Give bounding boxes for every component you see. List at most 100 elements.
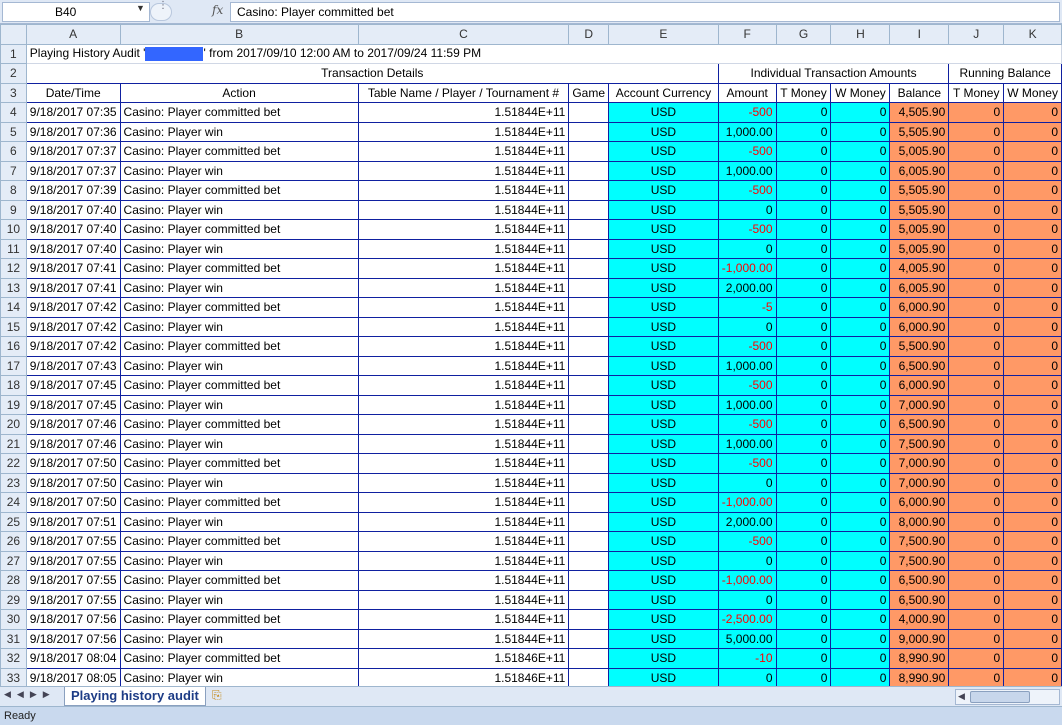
report-title-cell[interactable]: Playing History Audit ' ' from 2017/09/10… [25, 43, 1062, 64]
cell-rb-t-money[interactable]: 0 [948, 316, 1005, 337]
cell-game[interactable] [568, 472, 609, 493]
cell-game[interactable] [568, 531, 609, 552]
cell-game[interactable] [568, 121, 609, 142]
cell-amount[interactable]: 0 [717, 667, 777, 686]
cell-rb-t-money[interactable]: 0 [948, 609, 1005, 630]
cell-date-time[interactable]: 9/18/2017 07:50 [25, 453, 121, 474]
row-header[interactable]: 26 [0, 531, 27, 552]
cell-amount[interactable]: 2,000.00 [717, 277, 777, 298]
cell-date-time[interactable]: 9/18/2017 07:46 [25, 433, 121, 454]
row-header[interactable]: 17 [0, 355, 27, 376]
cell-rb-w-money[interactable]: 0 [1003, 628, 1062, 649]
cell-account-currency[interactable]: USD [608, 609, 719, 630]
cell-action[interactable]: Casino: Player committed bet [119, 297, 359, 318]
cell-table-name[interactable]: 1.51844E+11 [357, 336, 570, 357]
cell-rb-t-money[interactable]: 0 [948, 394, 1005, 415]
row-header[interactable]: 14 [0, 297, 27, 318]
formula-input[interactable]: Casino: Player committed bet [230, 2, 1060, 22]
cell-balance[interactable]: 6,000.90 [889, 297, 950, 318]
cell-amount[interactable]: -1,000.00 [717, 258, 777, 279]
cell-rb-t-money[interactable]: 0 [948, 628, 1005, 649]
name-box[interactable]: B40 [2, 2, 150, 22]
row-header[interactable]: 20 [0, 414, 27, 435]
cell-account-currency[interactable]: USD [608, 511, 719, 532]
cell-date-time[interactable]: 9/18/2017 07:40 [25, 199, 121, 220]
cell-w-money[interactable]: 0 [830, 160, 891, 181]
cell-action[interactable]: Casino: Player committed bet [119, 102, 359, 123]
cell-action[interactable]: Casino: Player win [119, 277, 359, 298]
column-header-e[interactable]: E [608, 24, 719, 45]
cell-table-name[interactable]: 1.51844E+11 [357, 570, 570, 591]
cell-action[interactable]: Casino: Player win [119, 394, 359, 415]
cell-game[interactable] [568, 570, 609, 591]
header-rb-t-money[interactable]: T Money [948, 82, 1005, 103]
cell-balance[interactable]: 9,000.90 [889, 628, 950, 649]
column-header-j[interactable]: J [948, 24, 1005, 45]
cell-action[interactable]: Casino: Player win [119, 511, 359, 532]
cell-balance[interactable]: 6,500.90 [889, 414, 950, 435]
cell-t-money[interactable]: 0 [775, 609, 832, 630]
scrollbar-thumb[interactable] [970, 691, 1030, 703]
cell-t-money[interactable]: 0 [775, 550, 832, 571]
cell-account-currency[interactable]: USD [608, 316, 719, 337]
cell-table-name[interactable]: 1.51844E+11 [357, 180, 570, 201]
row-header[interactable]: 11 [0, 238, 27, 259]
cell-w-money[interactable]: 0 [830, 492, 891, 513]
cell-amount[interactable]: -1,000.00 [717, 492, 777, 513]
cell-rb-t-money[interactable]: 0 [948, 414, 1005, 435]
cell-t-money[interactable]: 0 [775, 453, 832, 474]
cell-rb-w-money[interactable]: 0 [1003, 433, 1062, 454]
row-header[interactable]: 32 [0, 648, 27, 669]
row-header[interactable]: 23 [0, 472, 27, 493]
cell-rb-t-money[interactable]: 0 [948, 453, 1005, 474]
cell-action[interactable]: Casino: Player committed bet [119, 375, 359, 396]
cell-account-currency[interactable]: USD [608, 258, 719, 279]
cell-date-time[interactable]: 9/18/2017 07:55 [25, 531, 121, 552]
cell-balance[interactable]: 8,990.90 [889, 667, 950, 686]
cell-action[interactable]: Casino: Player win [119, 355, 359, 376]
cell-t-money[interactable]: 0 [775, 531, 832, 552]
cell-table-name[interactable]: 1.51844E+11 [357, 414, 570, 435]
cell-t-money[interactable]: 0 [775, 141, 832, 162]
cell-amount[interactable]: -500 [717, 375, 777, 396]
cell-date-time[interactable]: 9/18/2017 07:42 [25, 336, 121, 357]
insert-function-icon[interactable]: fx [212, 3, 223, 17]
header-date-time[interactable]: Date/Time [25, 82, 121, 103]
cell-amount[interactable]: 1,000.00 [717, 394, 777, 415]
cell-action[interactable]: Casino: Player committed bet [119, 609, 359, 630]
cell-rb-w-money[interactable]: 0 [1003, 472, 1062, 493]
cell-game[interactable] [568, 589, 609, 610]
cell-balance[interactable]: 4,005.90 [889, 258, 950, 279]
cell-date-time[interactable]: 9/18/2017 07:45 [25, 394, 121, 415]
cell-table-name[interactable]: 1.51844E+11 [357, 297, 570, 318]
cell-balance[interactable]: 6,500.90 [889, 589, 950, 610]
cell-balance[interactable]: 6,000.90 [889, 375, 950, 396]
row-header[interactable]: 8 [0, 180, 27, 201]
group-individual-amounts[interactable]: Individual Transaction Amounts [717, 63, 950, 84]
cell-game[interactable] [568, 609, 609, 630]
cell-t-money[interactable]: 0 [775, 589, 832, 610]
cell-date-time[interactable]: 9/18/2017 07:37 [25, 160, 121, 181]
cell-balance[interactable]: 5,505.90 [889, 199, 950, 220]
cell-action[interactable]: Casino: Player committed bet [119, 531, 359, 552]
cell-rb-t-money[interactable]: 0 [948, 102, 1005, 123]
cell-amount[interactable]: 5,000.00 [717, 628, 777, 649]
column-header-b[interactable]: B [119, 24, 359, 45]
cell-account-currency[interactable]: USD [608, 277, 719, 298]
cell-rb-t-money[interactable]: 0 [948, 492, 1005, 513]
header-rb-w-money[interactable]: W Money [1003, 82, 1062, 103]
cell-account-currency[interactable]: USD [608, 336, 719, 357]
cell-amount[interactable]: 1,000.00 [717, 355, 777, 376]
cell-rb-w-money[interactable]: 0 [1003, 141, 1062, 162]
cell-date-time[interactable]: 9/18/2017 07:51 [25, 511, 121, 532]
cell-action[interactable]: Casino: Player win [119, 667, 359, 686]
cell-action[interactable]: Casino: Player win [119, 238, 359, 259]
cell-w-money[interactable]: 0 [830, 297, 891, 318]
cell-table-name[interactable]: 1.51846E+11 [357, 667, 570, 686]
cell-t-money[interactable]: 0 [775, 492, 832, 513]
cell-w-money[interactable]: 0 [830, 511, 891, 532]
cell-t-money[interactable]: 0 [775, 121, 832, 142]
row-header[interactable]: 4 [0, 102, 27, 123]
cell-w-money[interactable]: 0 [830, 433, 891, 454]
scroll-left-icon[interactable]: ◀ [958, 691, 965, 702]
